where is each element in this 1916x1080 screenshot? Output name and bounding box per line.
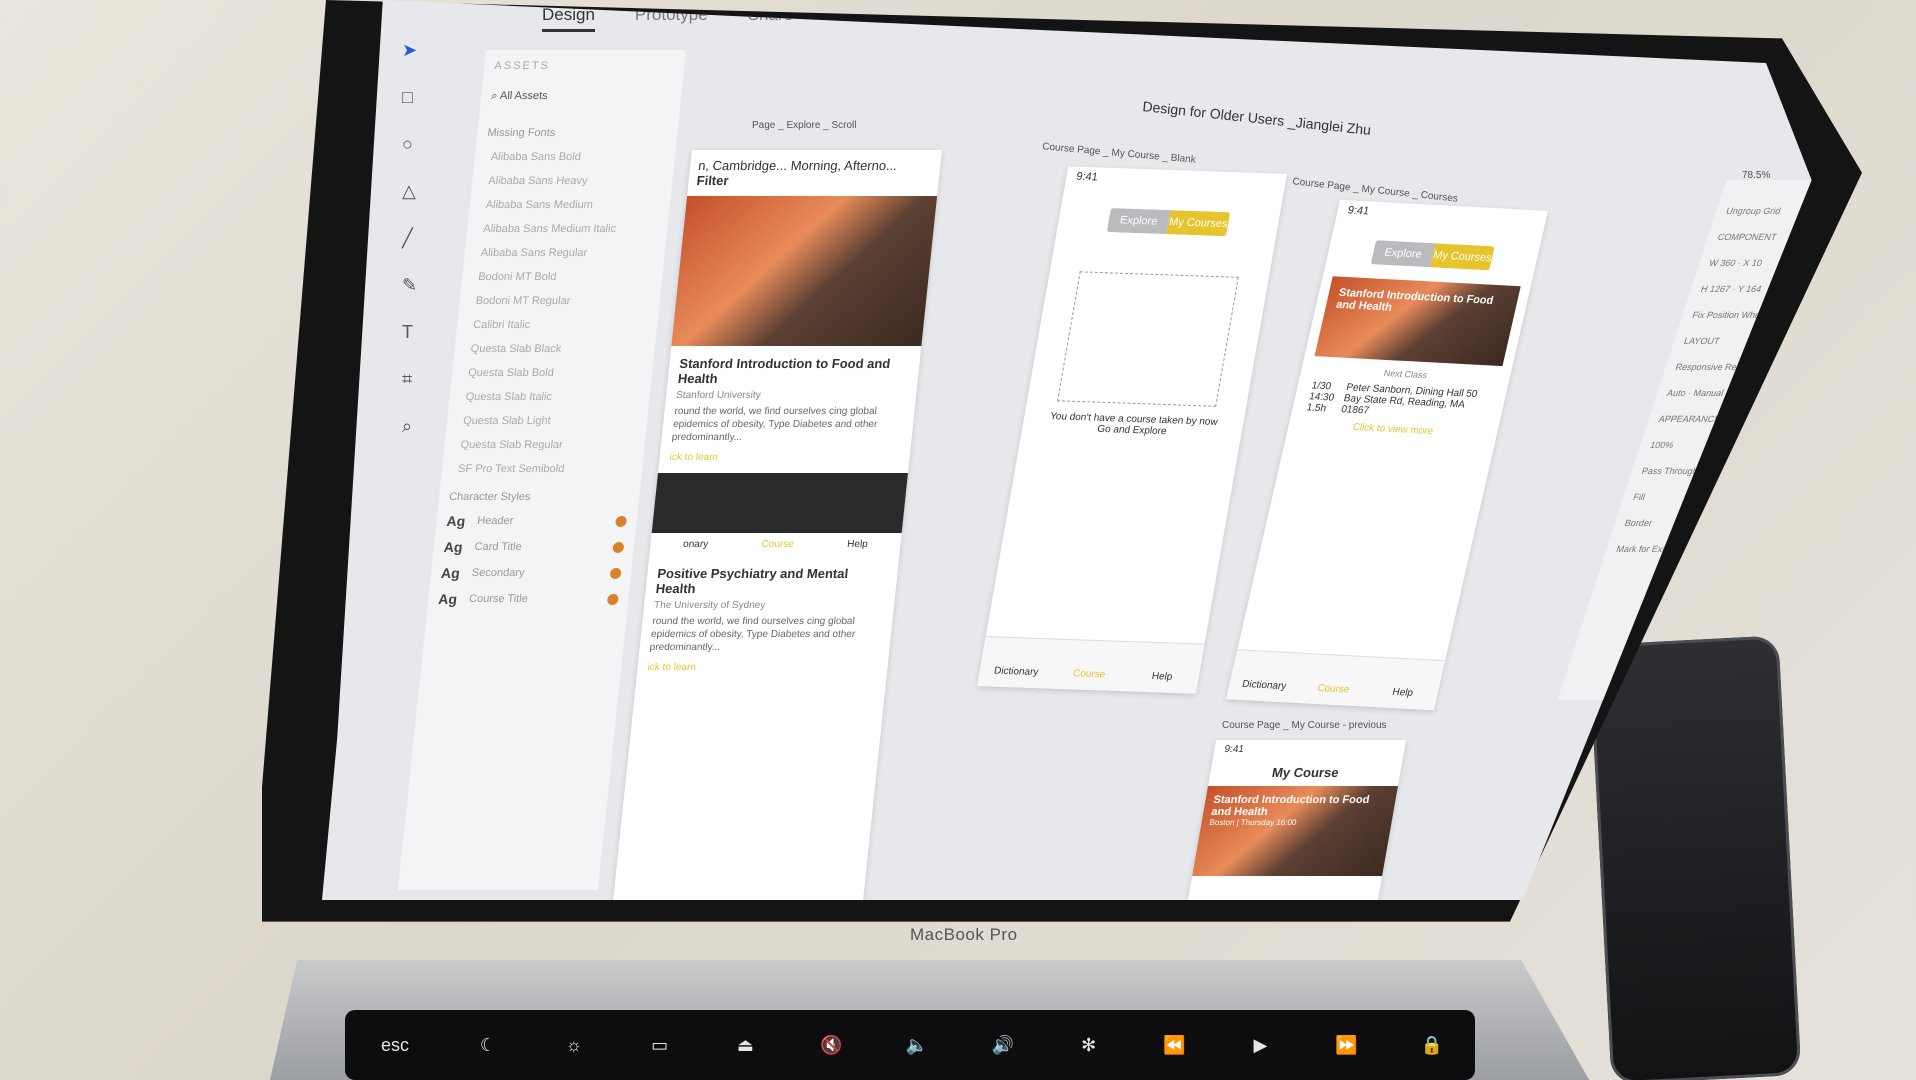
font-item[interactable]: Questa Slab Black (470, 343, 645, 355)
artboard-label: Course Page _ My Course _ Courses (1291, 176, 1459, 205)
volume-down-icon[interactable]: 🔈 (874, 1010, 960, 1080)
smartphone (1588, 635, 1802, 1080)
tab-dictionary[interactable]: Dictionary (1226, 650, 1306, 703)
zoom-level[interactable]: 78.5% (1742, 170, 1770, 181)
mark-export-checkbox[interactable]: Mark for Export (1615, 544, 1778, 554)
esc-key[interactable]: esc (345, 1010, 445, 1080)
volume-up-icon[interactable]: 🔊 (960, 1010, 1046, 1080)
font-item[interactable]: Alibaba Sans Medium (485, 199, 660, 211)
font-item[interactable]: Alibaba Sans Heavy (488, 175, 663, 187)
airplay-icon[interactable]: ⏏ (702, 1010, 788, 1080)
assets-header: ASSETS (493, 60, 551, 72)
fill-checkbox[interactable]: Fill (1632, 492, 1795, 502)
assets-search[interactable]: ⌕ All Assets (491, 90, 672, 103)
macbook-label: MacBook Pro (910, 925, 1018, 944)
segmented-control: Explore My Courses (1106, 208, 1231, 237)
mission-control-icon[interactable]: ▭ (617, 1010, 703, 1080)
font-item[interactable]: Bodoni MT Regular (475, 295, 650, 307)
tab-course[interactable]: Course (1050, 640, 1132, 692)
artboard-my-course-previous[interactable]: 9:41 My Course Stanford Introduction to … (1187, 740, 1407, 900)
course-image (651, 473, 908, 533)
char-style-row[interactable]: Ag Card Title (443, 539, 625, 555)
tab-bar: Dictionary Course Help (1226, 649, 1446, 711)
warning-icon (615, 515, 628, 527)
page-title: My Course (1270, 765, 1340, 780)
warning-icon (609, 567, 622, 579)
seg-explore[interactable]: Explore (1370, 240, 1436, 268)
keyboard-brightness-icon[interactable]: ✻ (1046, 1010, 1132, 1080)
touch-bar: esc ☾ ☼ ▭ ⏏ 🔇 🔈 🔊 ✻ ⏪ ▶ ⏩ 🔒 (345, 1010, 1475, 1080)
font-item[interactable]: Bodoni MT Bold (478, 271, 653, 283)
artboard-my-course-blank[interactable]: 9:41 Explore My Courses You don't have a… (977, 166, 1287, 694)
character-styles-label: Character Styles (448, 491, 532, 503)
artboard-my-course-courses[interactable]: 9:41 Explore My Courses Stanford Introdu… (1226, 199, 1548, 711)
brightness-icon[interactable]: ☼ (531, 1010, 617, 1080)
size-fields[interactable]: W 360 · X 10 (1708, 258, 1812, 268)
char-style-row[interactable]: Ag Course Title (438, 591, 620, 607)
char-style-row[interactable]: Ag Header (446, 513, 628, 529)
font-item[interactable]: Questa Slab Regular (460, 439, 635, 451)
status-time: 9:41 (1075, 170, 1099, 184)
text-tool-icon[interactable]: T (402, 322, 436, 343)
tab-course[interactable]: Course (761, 539, 794, 550)
char-style-row[interactable]: Ag Secondary (440, 565, 622, 581)
tab-bar: onary Course Help (649, 533, 901, 556)
line-tool-icon[interactable]: ╱ (402, 228, 436, 249)
course-card[interactable]: Positive Psychiatry and Mental Health Th… (636, 556, 899, 683)
tab-dictionary[interactable]: Dictionary (977, 637, 1059, 689)
rectangle-tool-icon[interactable]: □ (402, 87, 436, 108)
status-time: 9:41 (1346, 204, 1371, 218)
mute-icon[interactable]: 🔇 (788, 1010, 874, 1080)
tab-help[interactable]: Help (1365, 658, 1445, 711)
font-item[interactable]: Alibaba Sans Regular (480, 247, 655, 259)
border-checkbox[interactable]: Border (1623, 518, 1786, 528)
font-item[interactable]: SF Pro Text Semibold (457, 463, 632, 475)
segmented-control: Explore My Courses (1370, 240, 1495, 271)
font-item[interactable]: Questa Slab Bold (468, 367, 643, 379)
seg-explore[interactable]: Explore (1106, 208, 1171, 235)
tab-course[interactable]: Course (1295, 654, 1375, 707)
font-item[interactable]: Questa Slab Italic (465, 391, 640, 403)
tab-help[interactable]: Help (1123, 642, 1205, 694)
document-title: Design for Older Users _Jianglei Zhu (1141, 98, 1372, 138)
artboard-tool-icon[interactable]: ⌗ (402, 369, 436, 390)
empty-message: You don't have a course taken by now Go … (1049, 411, 1219, 438)
font-item[interactable]: Alibaba Sans Medium Italic (483, 223, 658, 235)
font-item[interactable]: Calibri Italic (473, 319, 648, 331)
tool-bar: ➤ □ ○ △ ╱ ✎ T ⌗ ⌕ (402, 40, 436, 437)
course-card[interactable]: Stanford Introduction to Food and Health… (658, 346, 921, 473)
food-image (671, 196, 938, 346)
empty-illustration (1057, 271, 1239, 407)
filter-bar[interactable]: n, Cambridge... Morning, Afterno... Filt… (687, 150, 942, 196)
missing-fonts-label: Missing Fonts (486, 127, 556, 139)
tab-dictionary[interactable]: onary (683, 539, 709, 550)
tab-help[interactable]: Help (847, 539, 869, 550)
ellipse-tool-icon[interactable]: ○ (402, 134, 436, 155)
lock-icon[interactable]: 🔒 (1389, 1010, 1475, 1080)
font-list: Alibaba Sans Bold Alibaba Sans Heavy Ali… (451, 151, 665, 475)
status-time: 9:41 (1223, 744, 1245, 755)
artboard-label: Course Page _ My Course - previous (1222, 720, 1387, 731)
tab-share[interactable]: Share (748, 5, 793, 32)
seg-my-courses[interactable]: My Courses (1429, 243, 1495, 271)
polygon-tool-icon[interactable]: △ (402, 181, 436, 202)
play-icon[interactable]: ▶ (1217, 1010, 1303, 1080)
moon-icon[interactable]: ☾ (445, 1010, 531, 1080)
warning-icon (612, 541, 625, 553)
course-banner[interactable]: Stanford Introduction to Food and Health (1314, 276, 1521, 367)
font-item[interactable]: Questa Slab Light (463, 415, 638, 427)
rewind-icon[interactable]: ⏪ (1132, 1010, 1218, 1080)
artboard-label: Page _ Explore _ Scroll (752, 120, 857, 131)
warning-icon (606, 593, 620, 605)
font-item[interactable]: Alibaba Sans Bold (490, 151, 665, 163)
tab-bar: Dictionary Course Help (977, 636, 1205, 694)
seg-my-courses[interactable]: My Courses (1166, 210, 1231, 237)
artboard-label: Course Page _ My Course _ Blank (1041, 141, 1197, 166)
zoom-tool-icon[interactable]: ⌕ (402, 416, 436, 437)
fast-forward-icon[interactable]: ⏩ (1303, 1010, 1389, 1080)
select-tool-icon[interactable]: ➤ (402, 40, 436, 61)
pen-tool-icon[interactable]: ✎ (402, 275, 436, 296)
course-banner[interactable]: Stanford Introduction to Food and Health… (1192, 786, 1398, 876)
